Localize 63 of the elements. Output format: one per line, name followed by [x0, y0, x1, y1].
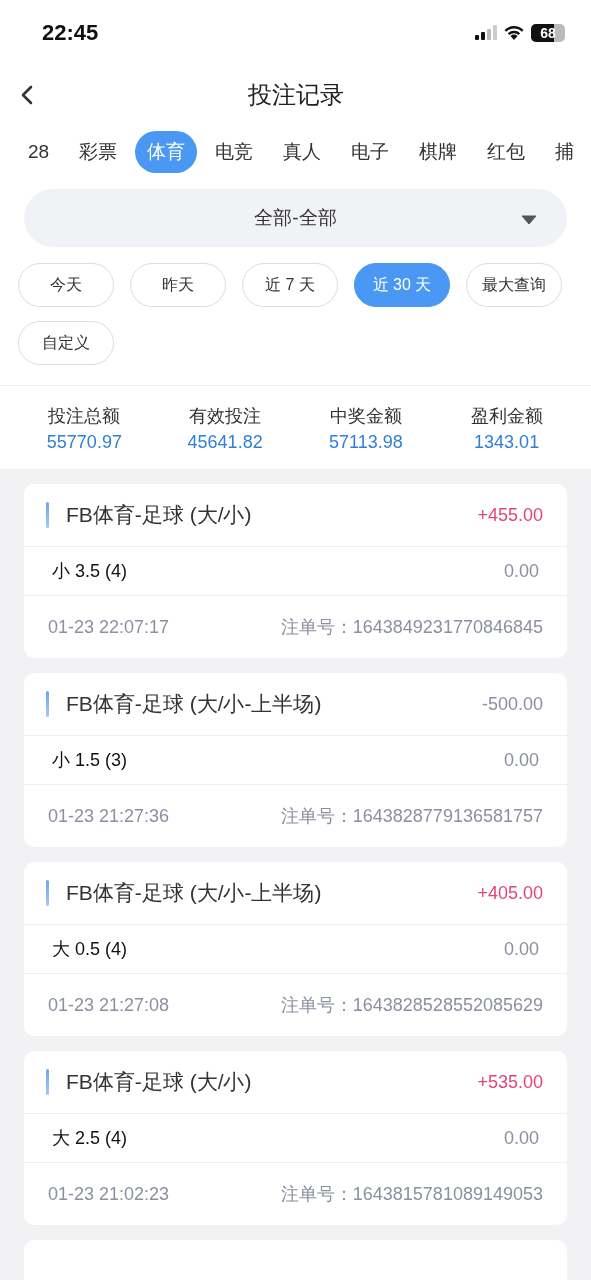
bet-pick: 大 2.5 (4) — [52, 1127, 128, 1150]
summary-value: 1343.01 — [474, 432, 540, 453]
category-tab[interactable]: 红包 — [475, 130, 538, 173]
pick-value: 0.00 — [503, 938, 539, 960]
signal-icon — [475, 24, 497, 41]
page-title: 投注记录 — [247, 80, 344, 111]
status-time: 22:45 — [42, 19, 99, 46]
order-label: 注单号： — [280, 617, 353, 637]
caret-icon — [521, 215, 537, 226]
category-tab[interactable]: 电子 — [339, 130, 402, 173]
bet-title: FB体育-足球 (大/小-上半场) — [66, 880, 323, 906]
order-number: 1643828528552085629 — [352, 995, 543, 1015]
summary-label: 有效投注 — [189, 405, 262, 428]
summary-value: 55770.97 — [46, 432, 122, 453]
order-number: 1643849231770846845 — [352, 617, 543, 637]
order-number: 1643815781089149053 — [352, 1184, 543, 1204]
order-label: 注单号： — [280, 1184, 353, 1204]
bet-title: FB体育-足球 (大/小) — [66, 1069, 253, 1095]
summary-label: 投注总额 — [48, 405, 121, 428]
accent-bar — [46, 1069, 49, 1095]
period-chip[interactable]: 自定义 — [18, 321, 114, 365]
bet-time: 01-23 21:27:08 — [48, 994, 170, 1016]
wifi-icon — [503, 24, 525, 41]
bet-pick: 小 1.5 (3) — [52, 749, 128, 772]
bet-time: 01-23 21:02:23 — [48, 1183, 170, 1205]
period-chip[interactable]: 今天 — [18, 263, 114, 307]
bet-card[interactable]: FB体育-足球 (大/小-上半场) +405.00 大 0.5 (4) 0.00 01-23 21:27:08 注单号：1643828528552085629 — [24, 862, 567, 1036]
bet-time: 01-23 22:07:17 — [48, 616, 170, 638]
pick-value: 0.00 — [503, 560, 539, 582]
summary-label: 中奖金额 — [329, 405, 402, 428]
bet-card[interactable]: FB体育-足球 (大/小) +535.00 大 2.5 (4) 0.00 01-23 21:02:23 注单号：1643815781089149053 — [24, 1051, 567, 1225]
period-chip[interactable]: 最大查询 — [466, 263, 562, 307]
period-chip[interactable]: 近 7 天 — [242, 263, 338, 307]
bet-pick: 小 3.5 (4) — [52, 560, 128, 583]
accent-bar — [46, 502, 49, 528]
bet-amount: +535.00 — [477, 1071, 543, 1093]
bet-amount: -500.00 — [481, 693, 543, 715]
order-label: 注单号： — [280, 806, 353, 826]
accent-bar — [46, 880, 49, 906]
category-dropdown[interactable]: 全部-全部 — [24, 189, 567, 247]
accent-bar — [46, 691, 49, 717]
period-chip[interactable]: 昨天 — [130, 263, 226, 307]
bet-pick: 大 0.5 (4) — [52, 938, 128, 961]
category-tab[interactable]: 真人 — [271, 130, 334, 173]
bet-amount: +405.00 — [477, 882, 543, 904]
bet-title: FB体育-足球 (大/小-上半场) — [66, 691, 323, 717]
category-tab[interactable]: 28 — [24, 130, 62, 173]
category-tab[interactable]: 彩票 — [67, 130, 130, 173]
bet-title: FB体育-足球 (大/小) — [66, 502, 253, 528]
bet-card[interactable]: FB体育-足球 (大/小) +455.00 小 3.5 (4) 0.00 01-23 22:07:17 注单号：1643849231770846845 — [24, 484, 567, 658]
summary-label: 盈利金额 — [470, 405, 543, 428]
category-tab[interactable]: 捕 — [543, 130, 587, 173]
order-number: 1643828779136581757 — [352, 806, 543, 826]
category-tab[interactable]: 电竞 — [203, 130, 266, 173]
bet-amount: +455.00 — [477, 504, 543, 526]
summary-value: 57113.98 — [329, 432, 403, 453]
pick-value: 0.00 — [503, 1127, 539, 1149]
bet-time: 01-23 21:27:36 — [48, 805, 170, 827]
order-label: 注单号： — [280, 995, 353, 1015]
category-tab[interactable]: 棋牌 — [407, 130, 470, 173]
summary-value: 45641.82 — [187, 432, 263, 453]
bet-card[interactable]: FB体育-足球 (大/小-上半场) -500.00 小 1.5 (3) 0.00 01-23 21:27:36 注单号：1643828779136581757 — [24, 673, 567, 847]
pick-value: 0.00 — [503, 749, 539, 771]
